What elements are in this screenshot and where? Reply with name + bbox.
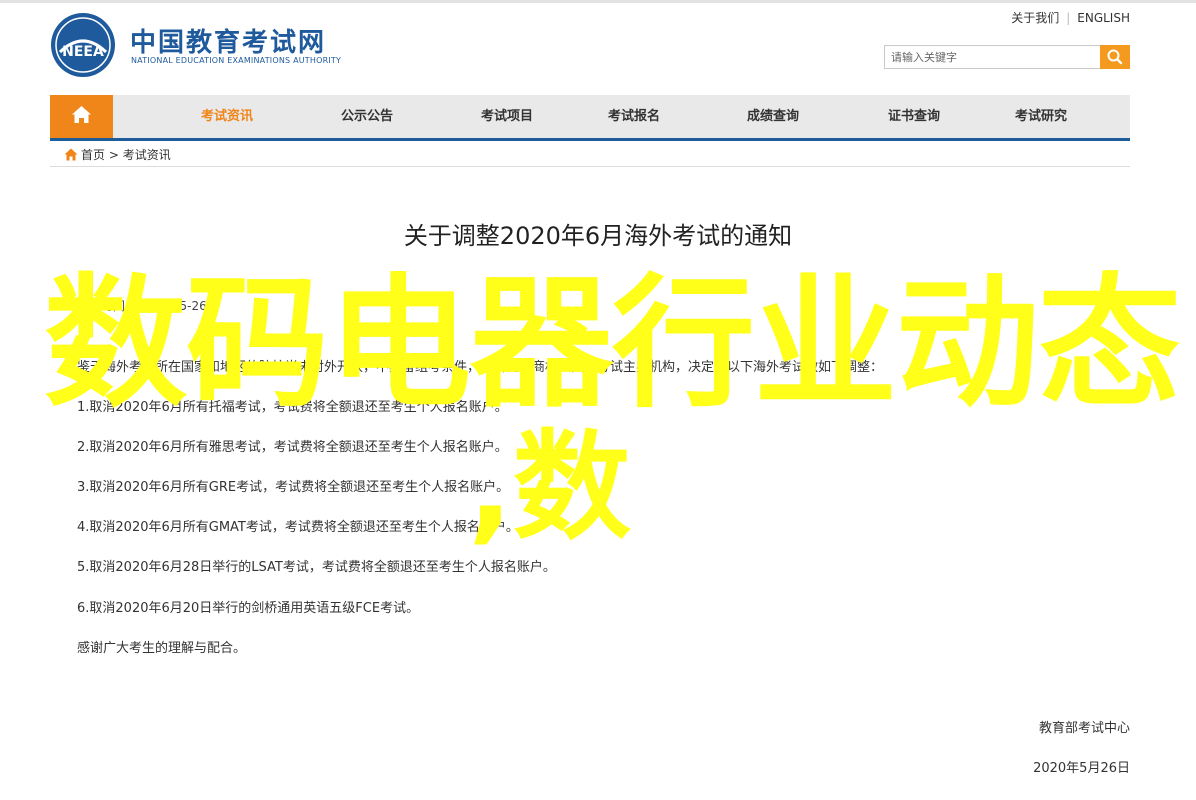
article-paragraph: 6.取消2020年6月20日举行的剑桥通用英语五级FCE考试。	[77, 601, 420, 616]
english-link[interactable]: ENGLISH	[1077, 11, 1130, 25]
home-icon	[72, 106, 91, 123]
search-box	[884, 45, 1130, 69]
breadcrumb: 首页 > 考试资讯	[64, 146, 171, 163]
article-paragraph: 5.取消2020年6月28日举行的LSAT考试，考试费将全额退还至考生个人报名账…	[77, 560, 556, 575]
main-nav: 考试资讯 公示公告 考试项目 考试报名 成绩查询 证书查询 考试研究	[50, 95, 1130, 141]
top-border	[0, 0, 1196, 3]
watermark-overlay-text: 数码电器行业动态	[44, 260, 1181, 427]
site-title[interactable]: 中国教育考试网	[130, 22, 326, 59]
article-paragraph: 1.取消2020年6月所有托福考试，考试费将全额退还至考生个人报名账户。	[77, 400, 508, 415]
divider: |	[1066, 11, 1071, 25]
site-subtitle: NATIONAL EDUCATION EXAMINATIONS AUTHORIT…	[131, 56, 342, 65]
article-date: 2020年5月26日	[1033, 761, 1130, 776]
nav-item-exam-news[interactable]: 考试资讯	[162, 95, 292, 138]
article-title: 关于调整2020年6月海外考试的通知	[403, 222, 793, 250]
utility-links: 关于我们 | ENGLISH	[1011, 9, 1130, 26]
article-signature: 教育部考试中心	[1038, 721, 1130, 736]
breadcrumb-current-link[interactable]: 考试资讯	[123, 148, 171, 162]
breadcrumb-separator: >	[108, 148, 119, 162]
nav-item-score-query[interactable]: 成绩查询	[708, 95, 838, 138]
breadcrumb-divider	[50, 166, 1130, 167]
article-closing: 感谢广大考生的理解与配合。	[77, 641, 247, 656]
breadcrumb-home-icon	[64, 148, 78, 161]
article-paragraph: 3.取消2020年6月所有GRE考试，考试费将全额退还至考生个人报名账户。	[77, 480, 510, 495]
nav-item-announcements[interactable]: 公示公告	[302, 95, 432, 138]
logo-text: NEEA	[62, 44, 104, 60]
article-paragraph: 4.取消2020年6月所有GMAT考试，考试费将全额退还至考生个人报名账户。	[77, 520, 519, 535]
about-link[interactable]: 关于我们	[1011, 11, 1059, 25]
search-icon	[1107, 49, 1123, 65]
search-input[interactable]	[884, 45, 1100, 69]
nav-item-registration[interactable]: 考试报名	[569, 95, 699, 138]
nav-home-button[interactable]	[50, 95, 113, 138]
neea-logo[interactable]: NEEA	[50, 12, 116, 78]
article-paragraph: 2.取消2020年6月所有雅思考试，考试费将全额退还至考生个人报名账户。	[77, 440, 508, 455]
search-button[interactable]	[1100, 45, 1130, 69]
article-meta: 发布时间：2020-05-26	[77, 299, 207, 313]
article-intro: 鉴于海外考点所在国家和地区的院校尚未对外开放，不具备组考条件，经研究并商相关国外…	[77, 360, 884, 375]
nav-item-exam-projects[interactable]: 考试项目	[442, 95, 572, 138]
breadcrumb-home-link[interactable]: 首页	[81, 148, 105, 162]
nav-item-exam-research[interactable]: 考试研究	[976, 95, 1106, 138]
nav-item-certificate-query[interactable]: 证书查询	[849, 95, 979, 138]
